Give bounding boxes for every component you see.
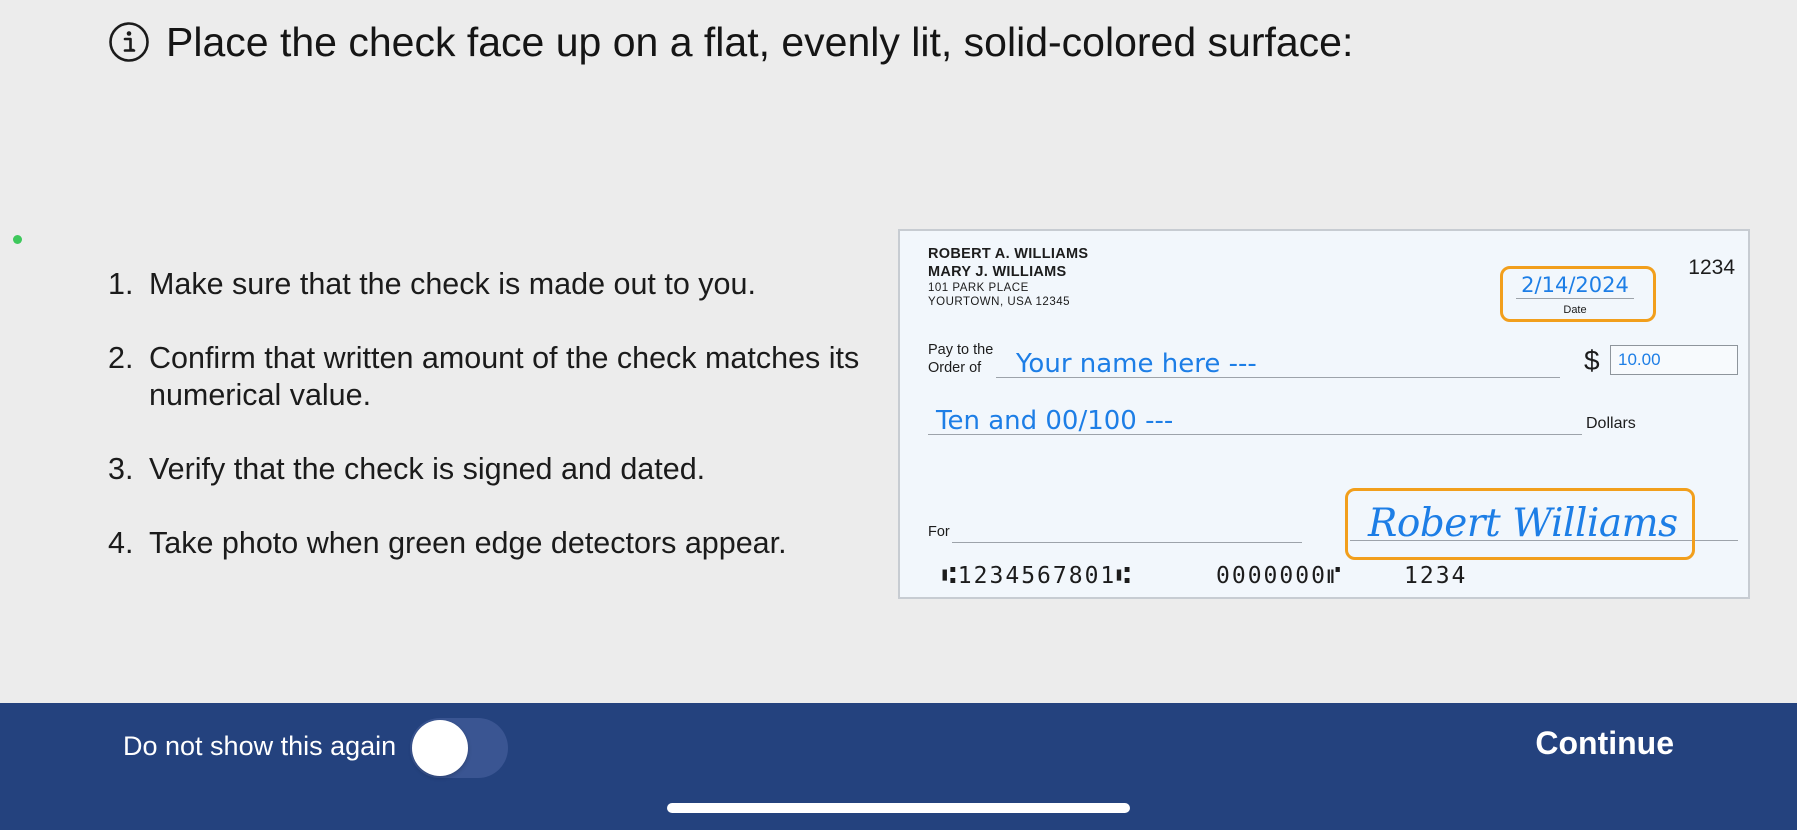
payee-value: Your name here ---: [1016, 349, 1257, 379]
header: Place the check face up on a flat, evenl…: [108, 18, 1353, 66]
dont-show-again-label: Do not show this again: [123, 731, 397, 761]
check-owner-name: MARY J. WILLIAMS: [928, 264, 1067, 280]
instruction-item: 3. Verify that the check is signed and d…: [108, 451, 868, 488]
toggle-knob: [412, 720, 468, 776]
numeric-amount-box: 10.00: [1610, 345, 1738, 375]
dont-show-again-toggle[interactable]: [410, 718, 508, 778]
page-title: Place the check face up on a flat, evenl…: [166, 19, 1354, 65]
instruction-text: Take photo when green edge detectors app…: [149, 526, 787, 560]
instruction-item: 1. Make sure that the check is made out …: [108, 266, 868, 303]
footer-bar: Do not show this again Continue: [0, 703, 1797, 830]
instruction-item: 2. Confirm that written amount of the ch…: [108, 340, 868, 414]
dollar-sign: $: [1584, 345, 1600, 376]
instruction-text: Confirm that written amount of the check…: [149, 341, 860, 412]
check-owner-address: YOURTOWN, USA 12345: [928, 296, 1071, 308]
instruction-number: 1.: [108, 267, 134, 301]
check-owner-block: ROBERT A. WILLIAMS MARY J. WILLIAMS 101 …: [928, 245, 1088, 309]
check-owner-name: ROBERT A. WILLIAMS: [928, 246, 1089, 262]
pay-label-line: Order of: [928, 360, 982, 376]
written-amount-line: [928, 434, 1582, 435]
dollars-label: Dollars: [1586, 415, 1636, 432]
instruction-list: 1. Make sure that the check is made out …: [108, 266, 868, 562]
home-indicator: [667, 803, 1130, 813]
instruction-text: Make sure that the check is made out to …: [149, 267, 756, 301]
memo-label: For: [928, 524, 950, 540]
instruction-number: 2.: [108, 341, 134, 375]
payee-line: [996, 377, 1560, 378]
instruction-number: 4.: [108, 526, 134, 560]
signature-highlight: [1345, 488, 1695, 560]
instruction-text: Verify that the check is signed and date…: [149, 452, 706, 486]
pay-label-line: Pay to the: [928, 342, 994, 358]
continue-button[interactable]: Continue: [1535, 725, 1674, 762]
date-highlight: [1500, 266, 1656, 322]
written-amount-value: Ten and 00/100 ---: [936, 406, 1174, 436]
micr-account-number: 0000000⑈: [1216, 563, 1343, 589]
instruction-number: 3.: [108, 452, 134, 486]
instruction-item: 4. Take photo when green edge detectors …: [108, 525, 868, 562]
edge-detector-dot: [13, 235, 22, 244]
sample-check-illustration: ROBERT A. WILLIAMS MARY J. WILLIAMS 101 …: [898, 229, 1750, 599]
check-number: 1234: [1688, 256, 1735, 279]
info-icon: [109, 22, 149, 62]
micr-check-number: 1234: [1404, 563, 1468, 589]
check-owner-address: 101 PARK PLACE: [928, 282, 1029, 294]
micr-routing-number: ⑆1234567801⑆: [942, 563, 1133, 589]
memo-line: [952, 542, 1302, 543]
pay-to-order-label: Pay to the Order of: [928, 341, 993, 377]
